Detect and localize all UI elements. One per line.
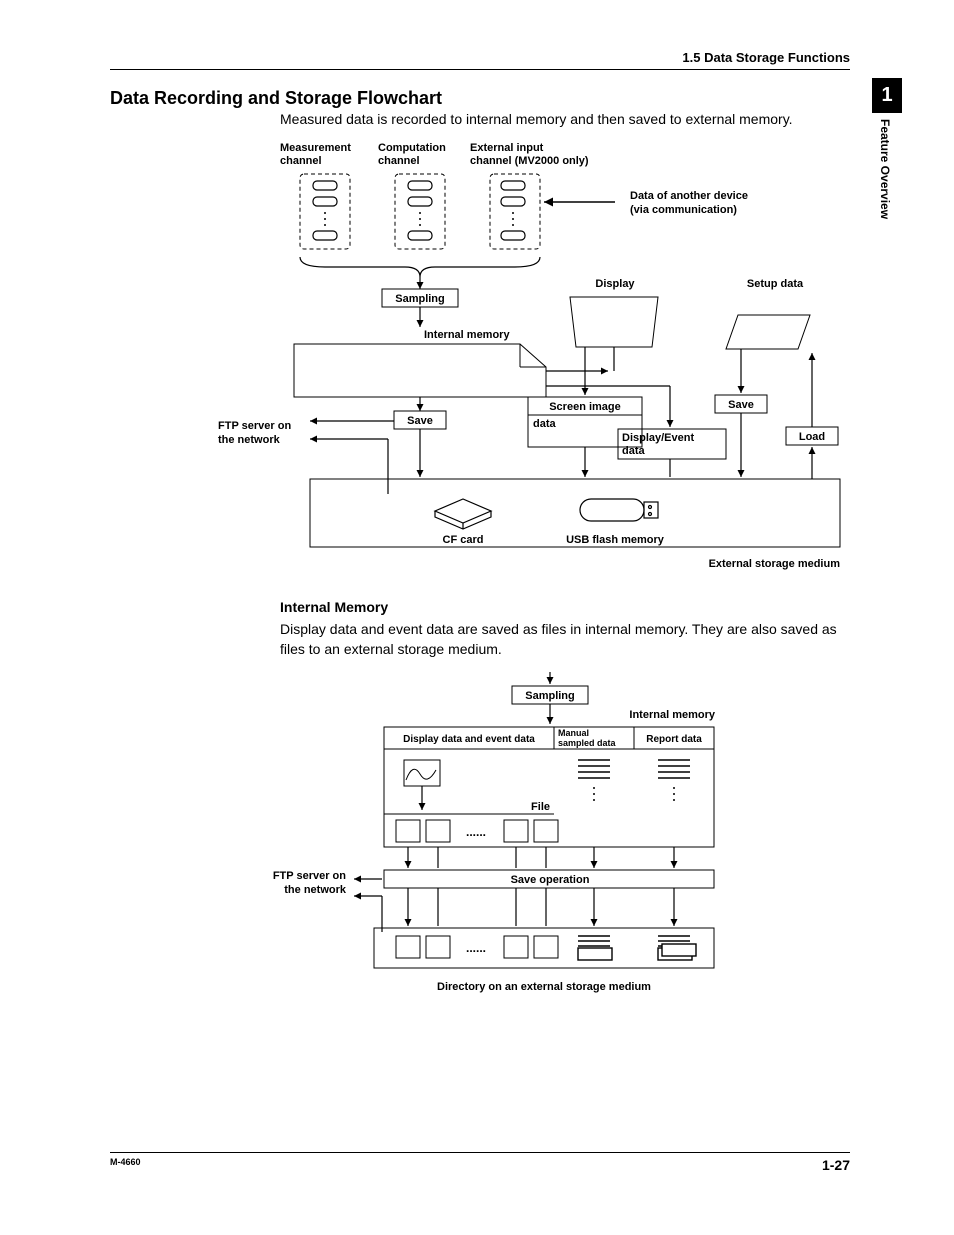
save2-label: Save — [728, 399, 754, 411]
footer-right: 1-27 — [822, 1157, 850, 1173]
cf-card-label: CF card — [443, 534, 484, 546]
flowchart-1: Measurement channel Computation channel … — [110, 139, 850, 579]
sampling2-label: Sampling — [525, 690, 575, 702]
usb-icon — [580, 499, 658, 521]
svg-text:channel: channel — [280, 155, 322, 167]
cf-card-icon — [435, 499, 491, 529]
col-computation-label: Computation — [378, 142, 446, 154]
manual-label: Manual — [558, 728, 589, 738]
ext-storage-label: External storage medium — [709, 558, 841, 570]
report-label: Report data — [646, 734, 702, 745]
display-event-label: Display/Event — [622, 432, 694, 444]
footer-left: M-4660 — [110, 1157, 141, 1173]
save-op-label: Save operation — [511, 874, 590, 886]
page-title: Data Recording and Storage Flowchart — [110, 88, 850, 109]
svg-text:channel (MV2000 only): channel (MV2000 only) — [470, 155, 589, 167]
load-label: Load — [799, 431, 825, 443]
svg-text:the network: the network — [218, 434, 281, 446]
chapter-title: Feature Overview — [872, 119, 892, 219]
svg-text:(via communication): (via communication) — [630, 204, 737, 216]
svg-text:the network: the network — [284, 884, 347, 896]
display-event2-label: Display data and event data — [403, 734, 535, 745]
svg-text:channel: channel — [378, 155, 420, 167]
header-section: 1.5 Data Storage Functions — [110, 50, 850, 70]
page-footer: M-4660 1-27 — [110, 1152, 850, 1173]
svg-text:data: data — [622, 445, 646, 457]
chapter-number: 1 — [872, 78, 902, 113]
col-measurement-label: Measurement — [280, 142, 351, 154]
intro-text: Measured data is recorded to internal me… — [280, 111, 850, 127]
usb-label: USB flash memory — [566, 534, 665, 546]
ftp-label-1: FTP server on — [218, 420, 291, 432]
dots1-label: ...... — [466, 825, 486, 839]
data-of-another-label: Data of another device — [630, 190, 748, 202]
sampling-label: Sampling — [395, 293, 445, 305]
display-label: Display — [595, 278, 635, 290]
save1-label: Save — [407, 415, 433, 427]
file-label: File — [531, 801, 550, 813]
setup-data-label: Setup data — [747, 278, 804, 290]
directory-label: Directory on an external storage medium — [437, 981, 651, 993]
col-external-label: External input — [470, 142, 544, 154]
svg-text:data: data — [533, 418, 557, 430]
dots2-label: ...... — [466, 941, 486, 955]
chapter-tab: 1 Feature Overview — [872, 78, 902, 248]
ftp2-label: FTP server on — [273, 870, 346, 882]
screen-image-label: Screen image — [549, 401, 621, 413]
svg-text:sampled data: sampled data — [558, 738, 617, 748]
internal-memory-body: Display data and event data are saved as… — [280, 619, 850, 660]
internal-memory-heading: Internal Memory — [280, 599, 850, 615]
internal-memory2-label: Internal memory — [629, 709, 715, 721]
flowchart-2: Sampling Internal memory Display data an… — [110, 672, 850, 1012]
internal-memory-label: Internal memory — [424, 329, 510, 341]
